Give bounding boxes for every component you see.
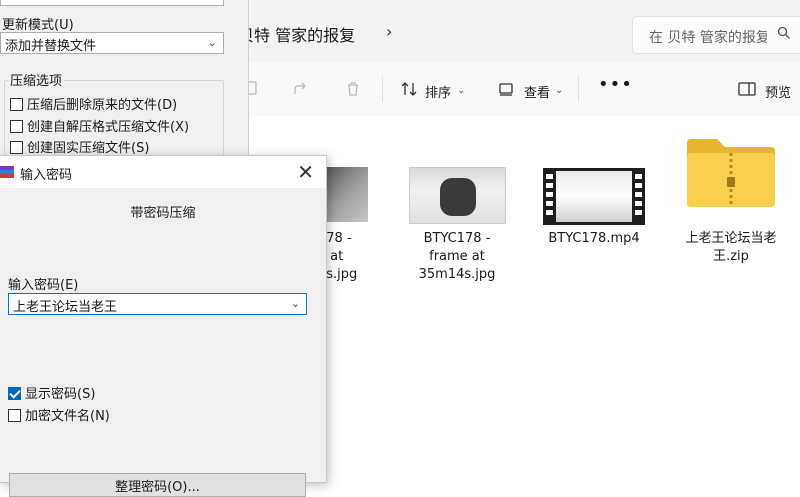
file-name-line: 上老王论坛当老 [685, 231, 777, 246]
checkbox-box[interactable] [10, 98, 23, 111]
update-mode-select[interactable]: 添加并替换文件 ⌄ [0, 32, 224, 54]
dialog-title: 输入密码 [20, 168, 73, 183]
file-item[interactable]: 上老王论坛当老 王.zip [676, 230, 786, 266]
more-options-icon[interactable]: ••• [598, 74, 633, 95]
preview-button[interactable]: 预览 [765, 82, 791, 101]
checkbox-box[interactable] [8, 387, 21, 400]
dialog-titlebar: 输入密码 ✕ [0, 156, 326, 188]
file-thumbnail[interactable] [323, 167, 368, 222]
previous-select[interactable] [0, 0, 224, 6]
view-button[interactable]: 查看 [524, 82, 550, 101]
checkbox-label: 创建固实压缩文件(S) [27, 141, 150, 156]
checkbox-label: 显示密码(S) [25, 387, 96, 402]
file-name-line: BTYC178 - [423, 231, 491, 246]
delete-after-checkbox[interactable]: 压缩后删除原来的文件(D) [10, 94, 177, 113]
close-icon[interactable]: ✕ [297, 160, 314, 184]
options-title: 压缩选项 [8, 70, 65, 89]
view-icon[interactable] [498, 80, 516, 102]
chevron-down-icon[interactable]: ⌄ [555, 85, 563, 96]
solid-checkbox[interactable]: 创建固实压缩文件(S) [10, 137, 149, 156]
address-bar-area: 贝特 管家的报复 › 在 贝特 管家的报复 中搜索 [228, 0, 800, 62]
toolbar-divider [578, 76, 579, 102]
checkbox-label: 压缩后删除原来的文件(D) [27, 98, 178, 113]
checkbox-label: 创建自解压格式压缩文件(X) [27, 120, 190, 135]
file-name-line: 35m14s.jpg [418, 267, 496, 282]
encrypt-filenames-checkbox[interactable]: 加密文件名(N) [8, 405, 110, 424]
file-item[interactable]: BTYC178.mp4 [534, 230, 654, 248]
update-mode-label: 更新模式(U) [2, 18, 74, 33]
show-password-checkbox[interactable]: 显示密码(S) [8, 383, 95, 402]
password-field-label: 输入密码(E) [8, 278, 79, 293]
chevron-right-icon[interactable]: › [386, 22, 392, 41]
search-placeholder[interactable]: 在 贝特 管家的报复 中搜索 [649, 27, 767, 47]
file-thumbnail[interactable] [409, 167, 506, 224]
chevron-down-icon[interactable]: ⌄ [457, 85, 465, 96]
sort-icon[interactable] [400, 80, 418, 102]
chevron-down-icon[interactable]: ⌄ [208, 36, 217, 49]
update-mode-value: 添加并替换文件 [5, 39, 97, 54]
file-name-line: frame at [429, 249, 485, 264]
sort-button[interactable]: 排序 [425, 82, 451, 101]
sfx-checkbox[interactable]: 创建自解压格式压缩文件(X) [10, 116, 189, 135]
checkbox-box[interactable] [8, 409, 21, 422]
checkbox-box[interactable] [10, 120, 23, 133]
password-input[interactable]: 上老王论坛当老王 ⌄ [8, 293, 307, 315]
file-item[interactable]: BTYC178 - frame at 35m14s.jpg [399, 230, 515, 284]
chevron-down-icon[interactable]: ⌄ [291, 297, 300, 310]
zip-folder-icon[interactable] [685, 137, 777, 209]
winrar-app-icon [0, 165, 14, 179]
search-icon[interactable] [777, 26, 791, 44]
delete-icon[interactable] [344, 80, 362, 102]
toolbar-divider [382, 76, 383, 102]
file-name-line: BTYC178.mp4 [548, 231, 640, 246]
breadcrumb[interactable]: 贝特 管家的报复 [238, 22, 355, 46]
share-icon[interactable] [292, 80, 310, 102]
password-value[interactable]: 上老王论坛当老王 [13, 296, 117, 315]
organize-passwords-button[interactable]: 整理密码(O)... [9, 473, 306, 497]
checkbox-box[interactable] [10, 141, 23, 154]
checkbox-label: 加密文件名(N) [25, 409, 110, 424]
file-name-line: 王.zip [713, 249, 749, 264]
dialog-heading: 带密码压缩 [130, 206, 196, 221]
command-bar: 排序 ⌄ 查看 ⌄ ••• 预览 [228, 62, 800, 116]
search-box[interactable]: 在 贝特 管家的报复 中搜索 [632, 16, 800, 54]
preview-pane-icon[interactable] [738, 80, 756, 102]
password-dialog: 输入密码 ✕ 带密码压缩 输入密码(E) 上老王论坛当老王 ⌄ 显示密码(S) … [0, 155, 327, 497]
video-thumbnail[interactable] [543, 168, 645, 225]
